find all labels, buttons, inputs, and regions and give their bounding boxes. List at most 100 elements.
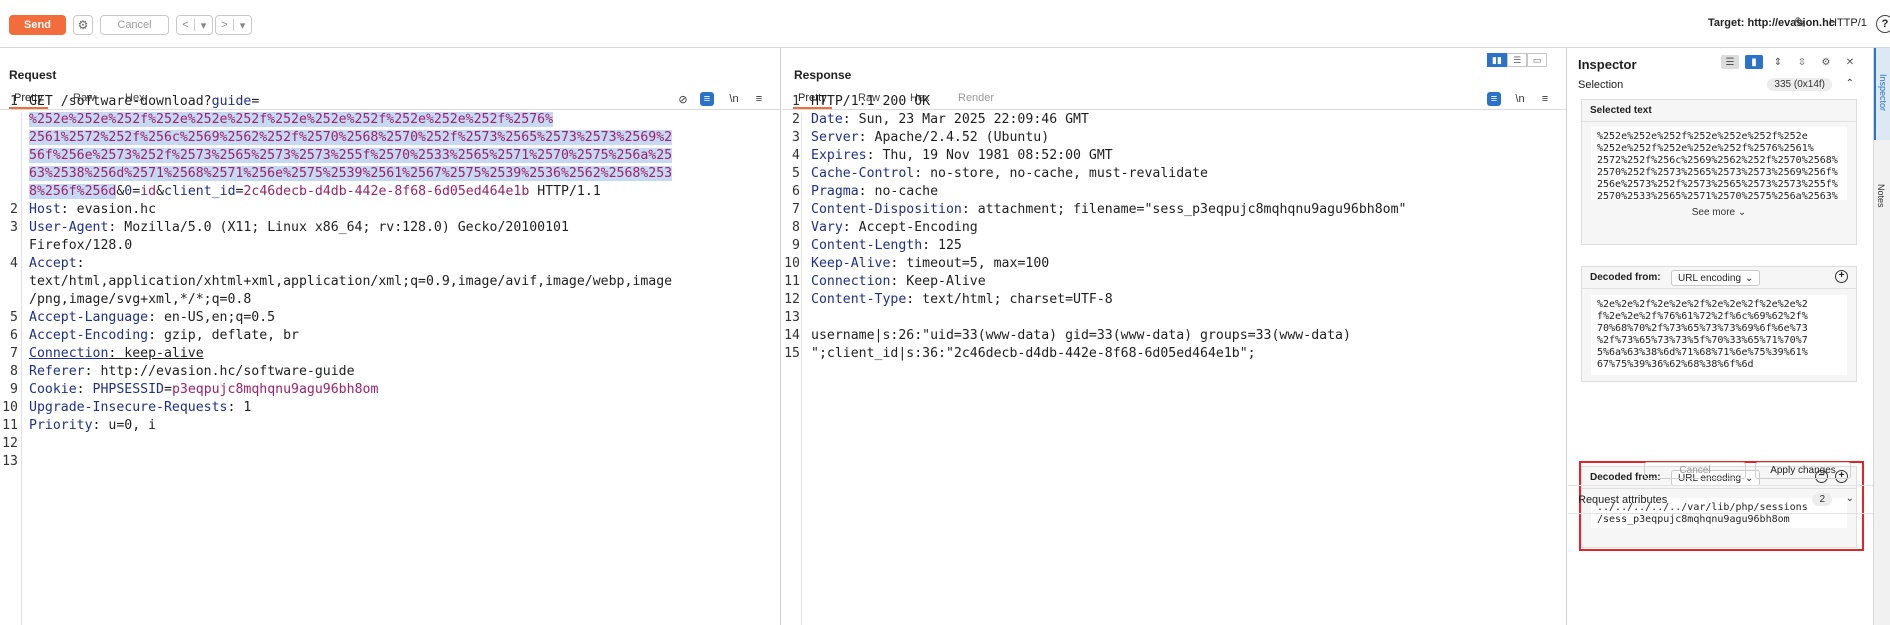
code-line[interactable]: 4 Accept: — [0, 255, 780, 273]
code-line[interactable]: 56f%256e%2573%252f%2573%2565%2573%2573%2… — [0, 147, 780, 165]
code-line[interactable]: /png,image/svg+xml,*/*;q=0.8 — [0, 291, 780, 309]
code-text[interactable]: text/html,application/xhtml+xml,applicat… — [29, 273, 672, 291]
stacked-layout-icon[interactable]: ☰ — [1507, 53, 1527, 67]
code-text[interactable]: Accept: — [29, 255, 85, 273]
see-more-link[interactable]: See more ⌄ — [1582, 207, 1856, 218]
code-line[interactable]: 15 ";client_id|s:36:"2c46decb-d4db-442e-8… — [782, 345, 1566, 363]
code-text[interactable]: 8%256f%256d&0=id&client_id=2c46decb-d4db… — [29, 183, 601, 201]
chevron-down-icon[interactable]: ⌄ — [1846, 493, 1854, 504]
code-text[interactable]: %252e%252e%252f%252e%252e%252f%252e%252e… — [29, 111, 554, 129]
code-text[interactable]: Cache-Control: no-store, no-cache, must-… — [811, 165, 1208, 183]
code-line[interactable]: 14 username|s:26:"uid=33(www-data) gid=33… — [782, 327, 1566, 345]
code-text[interactable]: Firefox/128.0 — [29, 237, 132, 255]
layout-toggle[interactable]: ▮▮ ☰ ▭ — [1487, 53, 1547, 67]
side-by-side-layout-icon[interactable]: ▮▮ — [1487, 53, 1507, 67]
list-view-icon[interactable]: ☰ — [1721, 55, 1739, 69]
code-text[interactable]: Priority: u=0, i — [29, 417, 156, 435]
code-line[interactable]: 63%2538%256d%2571%2568%2571%256e%2575%25… — [0, 165, 780, 183]
code-text[interactable]: GET /software-download?guide= — [29, 93, 259, 111]
code-text[interactable]: Keep-Alive: timeout=5, max=100 — [811, 255, 1049, 273]
code-line[interactable]: 12 — [0, 435, 780, 453]
code-line[interactable]: 11 Connection: Keep-Alive — [782, 273, 1566, 291]
code-text[interactable]: Connection: keep-alive — [29, 345, 204, 363]
code-line[interactable]: 2561%2572%252f%256c%2569%2562%252f%2570%… — [0, 129, 780, 147]
code-line[interactable]: 8 Vary: Accept-Encoding — [782, 219, 1566, 237]
forward-history-button[interactable]: > ▾ — [215, 15, 252, 35]
collapse-all-icon[interactable]: ⇳ — [1793, 55, 1811, 69]
inspector-cancel-button[interactable]: Cancel — [1644, 462, 1746, 479]
code-text[interactable]: username|s:26:"uid=33(www-data) gid=33(w… — [811, 327, 1351, 345]
panel-view-icon[interactable]: ▮ — [1745, 55, 1763, 69]
code-line[interactable]: text/html,application/xhtml+xml,applicat… — [0, 273, 780, 291]
cancel-button[interactable]: Cancel — [100, 15, 169, 35]
code-line[interactable]: 10 Upgrade-Insecure-Requests: 1 — [0, 399, 780, 417]
close-icon[interactable]: ✕ — [1841, 55, 1859, 69]
code-line[interactable]: 12 Content-Type: text/html; charset=UTF-8 — [782, 291, 1566, 309]
help-icon[interactable]: ? — [1876, 15, 1890, 33]
decoded-text-1[interactable]: %2e%2e%2f%2e%2e%2f%2e%2e%2f%2e%2e%2 f%2e… — [1591, 295, 1847, 375]
code-text[interactable]: User-Agent: Mozilla/5.0 (X11; Linux x86_… — [29, 219, 569, 237]
code-text[interactable]: ";client_id|s:36:"2c46decb-d4db-442e-8f6… — [811, 345, 1256, 363]
code-text[interactable]: Host: evasion.hc — [29, 201, 156, 219]
code-line[interactable]: 6 Accept-Encoding: gzip, deflate, br — [0, 327, 780, 345]
code-line[interactable]: 2 Date: Sun, 23 Mar 2025 22:09:46 GMT — [782, 111, 1566, 129]
chevron-up-icon[interactable]: ⌃ — [1846, 78, 1854, 89]
settings-gear-button[interactable]: ⚙ — [73, 15, 93, 35]
code-text[interactable]: Accept-Encoding: gzip, deflate, br — [29, 327, 299, 345]
code-line[interactable]: 13 — [0, 453, 780, 471]
code-line[interactable]: 7 Connection: keep-alive — [0, 345, 780, 363]
side-tab-notes[interactable]: Notes — [1876, 184, 1886, 208]
code-line[interactable]: 1 GET /software-download?guide= — [0, 93, 780, 111]
code-text[interactable]: 63%2538%256d%2571%2568%2571%256e%2575%25… — [29, 165, 673, 183]
request-code[interactable]: 1 GET /software-download?guide= %252e%252e… — [0, 93, 780, 471]
chevron-down-icon[interactable]: ▾ — [234, 19, 251, 32]
code-text[interactable]: Server: Apache/2.4.52 (Ubuntu) — [811, 129, 1049, 147]
code-line[interactable]: %252e%252e%252f%252e%252e%252f%252e%252e… — [0, 111, 780, 129]
code-line[interactable]: Firefox/128.0 — [0, 237, 780, 255]
expand-all-icon[interactable]: ⇕ — [1769, 55, 1787, 69]
code-line[interactable]: 10 Keep-Alive: timeout=5, max=100 — [782, 255, 1566, 273]
code-line[interactable]: 8%256f%256d&0=id&client_id=2c46decb-d4db… — [0, 183, 780, 201]
code-line[interactable]: 11 Priority: u=0, i — [0, 417, 780, 435]
add-decode-icon[interactable]: + — [1835, 270, 1848, 283]
code-line[interactable]: 4 Expires: Thu, 19 Nov 1981 08:52:00 GMT — [782, 147, 1566, 165]
selected-text-value[interactable]: %252e%252e%252f%252e%252e%252f%252e %252… — [1591, 127, 1847, 200]
code-text[interactable]: Upgrade-Insecure-Requests: 1 — [29, 399, 251, 417]
code-line[interactable]: 5 Accept-Language: en-US,en;q=0.5 — [0, 309, 780, 327]
code-text[interactable]: HTTP/1.1 200 OK — [811, 93, 930, 111]
code-line[interactable]: 13 — [782, 309, 1566, 327]
code-line[interactable]: 7 Content-Disposition: attachment; filena… — [782, 201, 1566, 219]
code-text[interactable]: Expires: Thu, 19 Nov 1981 08:52:00 GMT — [811, 147, 1113, 165]
code-line[interactable]: 8 Referer: http://evasion.hc/software-gui… — [0, 363, 780, 381]
code-line[interactable]: 5 Cache-Control: no-store, no-cache, must… — [782, 165, 1566, 183]
code-line[interactable]: 3 User-Agent: Mozilla/5.0 (X11; Linux x86… — [0, 219, 780, 237]
code-text[interactable]: Content-Type: text/html; charset=UTF-8 — [811, 291, 1113, 309]
code-line[interactable]: 2 Host: evasion.hc — [0, 201, 780, 219]
code-line[interactable]: 3 Server: Apache/2.4.52 (Ubuntu) — [782, 129, 1566, 147]
tabbed-layout-icon[interactable]: ▭ — [1527, 53, 1547, 67]
back-history-button[interactable]: < ▾ — [176, 15, 213, 35]
http-version-label[interactable]: HTTP/1 — [1829, 17, 1867, 29]
code-line[interactable]: 9 Content-Length: 125 — [782, 237, 1566, 255]
code-text[interactable]: Vary: Accept-Encoding — [811, 219, 978, 237]
gear-icon[interactable]: ⚙ — [1817, 55, 1835, 69]
code-line[interactable]: 1 HTTP/1.1 200 OK — [782, 93, 1566, 111]
apply-changes-button[interactable]: Apply changes — [1755, 462, 1851, 479]
code-text[interactable]: 56f%256e%2573%252f%2573%2565%2573%2573%2… — [29, 147, 673, 165]
code-line[interactable]: 9 Cookie: PHPSESSID=p3eqpujc8mqhqnu9agu96… — [0, 381, 780, 399]
code-line[interactable]: 6 Pragma: no-cache — [782, 183, 1566, 201]
code-text[interactable]: Accept-Language: en-US,en;q=0.5 — [29, 309, 275, 327]
code-text[interactable]: 2561%2572%252f%256c%2569%2562%252f%2570%… — [29, 129, 673, 147]
code-text[interactable]: Cookie: PHPSESSID=p3eqpujc8mqhqnu9agu96b… — [29, 381, 378, 399]
edit-target-pencil-icon[interactable]: ✎ — [1794, 14, 1807, 32]
code-text[interactable]: Content-Length: 125 — [811, 237, 962, 255]
chevron-down-icon[interactable]: ▾ — [195, 19, 212, 32]
response-code[interactable]: 1 HTTP/1.1 200 OK 2 Date: Sun, 23 Mar 2025 … — [782, 93, 1566, 363]
send-button[interactable]: Send — [9, 15, 66, 35]
code-text[interactable]: Referer: http://evasion.hc/software-guid… — [29, 363, 355, 381]
code-text[interactable]: Content-Disposition: attachment; filenam… — [811, 201, 1406, 219]
code-text[interactable]: Connection: Keep-Alive — [811, 273, 986, 291]
code-text[interactable]: Date: Sun, 23 Mar 2025 22:09:46 GMT — [811, 111, 1089, 129]
code-text[interactable]: Pragma: no-cache — [811, 183, 938, 201]
request-attributes-header[interactable]: Request attributes 2 ⌄ — [1578, 493, 1858, 508]
